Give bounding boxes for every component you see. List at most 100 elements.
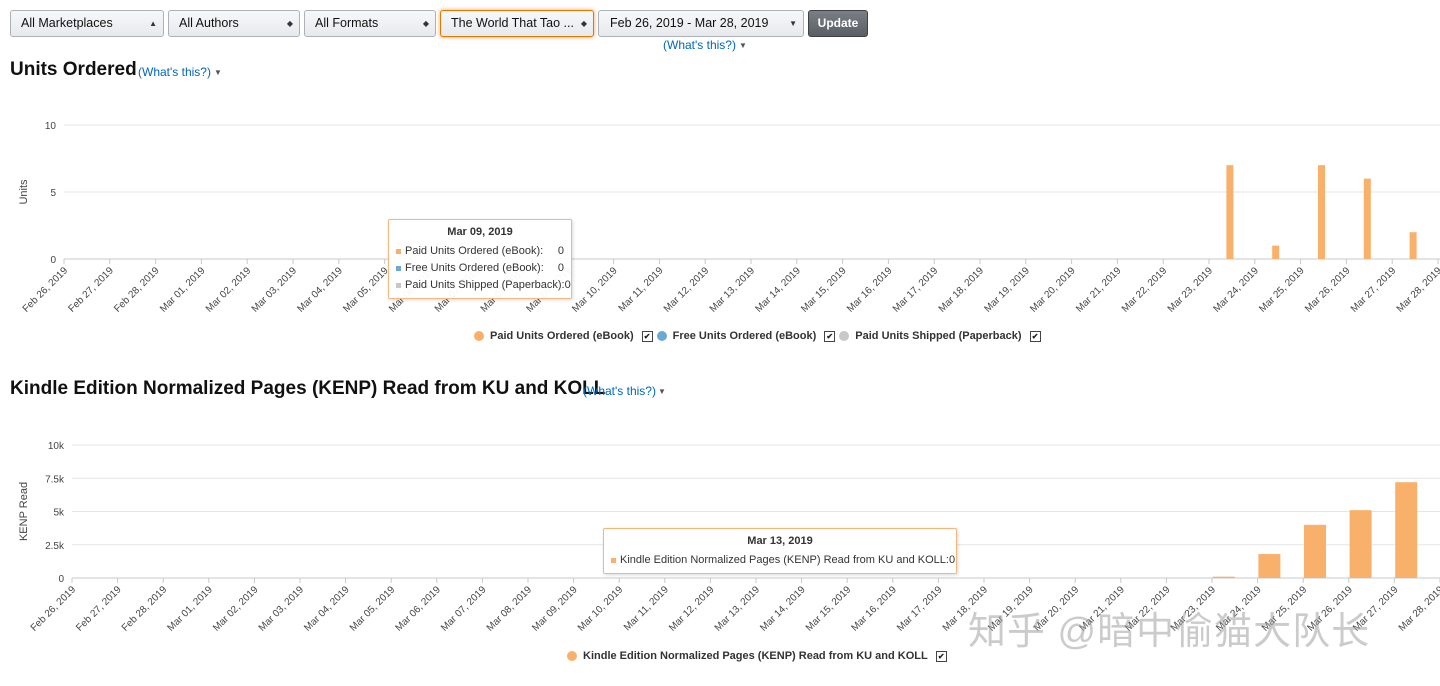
legend-dot-icon xyxy=(567,651,577,661)
x-tick-label: Mar 01, 2019 xyxy=(158,265,208,315)
x-tick-label: Mar 11, 2019 xyxy=(622,584,671,633)
x-tick-label: Feb 28, 2019 xyxy=(120,584,170,634)
y-tick-label: 10k xyxy=(48,441,65,452)
chevron-down-icon[interactable]: ▼ xyxy=(658,387,666,396)
tooltip-row-value: 0 xyxy=(564,279,571,291)
x-tick-label: Mar 03, 2019 xyxy=(257,584,307,634)
y-axis-label: Units xyxy=(18,179,30,205)
tooltip-date: Mar 09, 2019 xyxy=(447,226,513,238)
update-button[interactable]: Update xyxy=(808,10,868,37)
kenp-title: Kindle Edition Normalized Pages (KENP) R… xyxy=(10,378,606,399)
title-select[interactable]: The World That Tao ... ◆ xyxy=(440,10,594,37)
updown-arrows-icon: ◆ xyxy=(422,19,429,28)
bar xyxy=(1395,482,1418,578)
bar xyxy=(1258,554,1281,578)
date-range-value: Feb 26, 2019 - Mar 28, 2019 xyxy=(610,16,769,30)
updown-arrows-icon: ▲ xyxy=(149,19,157,28)
tooltip-row-label: Paid Units Ordered (eBook): xyxy=(405,245,544,257)
updown-arrows-icon: ◆ xyxy=(286,19,293,28)
y-tick-label: 0 xyxy=(50,255,56,266)
format-select[interactable]: All Formats ◆ xyxy=(304,10,436,37)
x-tick-label: Mar 17, 2019 xyxy=(895,584,945,634)
tooltip-row-value: 0 xyxy=(557,262,564,274)
marketplace-select-value: All Marketplaces xyxy=(21,16,113,30)
legend-item-free-units[interactable]: Free Units Ordered (eBook) ✔ xyxy=(656,330,840,342)
checkbox-checked-icon[interactable]: ✔ xyxy=(935,650,947,662)
bar xyxy=(1318,165,1325,259)
checkbox-checked-icon[interactable]: ✔ xyxy=(824,330,836,342)
author-select-value: All Authors xyxy=(179,16,239,30)
x-tick-label: Mar 20, 2019 xyxy=(1028,265,1078,315)
x-tick-label: Mar 23, 2019 xyxy=(1166,265,1216,315)
tooltip-row-value: 0 xyxy=(948,554,956,566)
chevron-down-icon: ▼ xyxy=(789,19,797,28)
x-tick-label: Mar 11, 2019 xyxy=(617,265,666,314)
x-tick-label: Mar 16, 2019 xyxy=(845,265,895,315)
bar xyxy=(1349,510,1372,578)
x-tick-label: Mar 28, 2019 xyxy=(1395,265,1440,315)
units-ordered-title: Units Ordered xyxy=(10,59,137,80)
x-tick-label: Mar 13, 2019 xyxy=(708,265,758,315)
bar xyxy=(1409,232,1417,259)
date-range-select[interactable]: Feb 26, 2019 - Mar 28, 2019 ▼ xyxy=(598,10,804,37)
x-tick-label: Mar 01, 2019 xyxy=(165,584,215,634)
x-tick-label: Feb 26, 2019 xyxy=(29,584,79,634)
x-tick-label: Mar 07, 2019 xyxy=(439,584,489,634)
x-tick-label: Feb 26, 2019 xyxy=(21,265,71,315)
y-axis-label: KENP Read xyxy=(18,482,30,541)
x-tick-label: Mar 12, 2019 xyxy=(662,265,712,315)
date-whats-this-link[interactable]: (What's this?) xyxy=(663,38,736,52)
checkbox-checked-icon[interactable]: ✔ xyxy=(641,330,653,342)
legend-item-paperback[interactable]: Paid Units Shipped (Paperback) ✔ xyxy=(839,330,1044,342)
x-tick-label: Mar 17, 2019 xyxy=(891,265,941,315)
legend-dot-icon xyxy=(839,331,850,341)
bar xyxy=(1304,524,1326,578)
legend-item-paid-units[interactable]: Paid Units Ordered (eBook) ✔ xyxy=(474,330,657,342)
title-select-value: The World That Tao ... xyxy=(451,16,574,30)
units-ordered-chart: 0 5 10 Units Feb 26, 2019Feb 27, 2019Feb 28,… xyxy=(18,121,1440,315)
x-tick-label: Mar 21, 2019 xyxy=(1074,265,1124,315)
chevron-down-icon[interactable]: ▼ xyxy=(214,68,222,77)
units-whats-this-link[interactable]: (What's this?) xyxy=(138,65,211,79)
legend-item-kenp[interactable]: Kindle Edition Normalized Pages (KENP) R… xyxy=(567,650,951,662)
updown-arrows-icon: ◆ xyxy=(580,19,587,28)
x-tick-label: Mar 05, 2019 xyxy=(341,265,391,315)
bar xyxy=(1212,576,1235,578)
x-tick-label: Mar 05, 2019 xyxy=(348,584,398,634)
y-tick-label: 2.5k xyxy=(45,541,65,552)
x-tick-label: Mar 04, 2019 xyxy=(295,265,345,315)
kenp-tooltip: Mar 13, 2019 Kindle Edition Normalized P… xyxy=(603,528,957,574)
x-tick-label: Mar 26, 2019 xyxy=(1303,265,1353,315)
author-select[interactable]: All Authors ◆ xyxy=(168,10,300,37)
x-tick-label: Mar 27, 2019 xyxy=(1349,265,1399,315)
x-tick-label: Mar 28, 2019 xyxy=(1397,584,1440,634)
chevron-down-icon[interactable]: ▼ xyxy=(739,41,747,50)
x-tick-label: Mar 15, 2019 xyxy=(804,584,854,634)
x-tick-label: Mar 12, 2019 xyxy=(667,584,717,634)
x-tick-label: Mar 10, 2019 xyxy=(576,584,626,634)
units-tooltip: Mar 09, 2019 Paid Units Ordered (eBook):… xyxy=(388,219,572,299)
legend-label: Free Units Ordered (eBook) xyxy=(672,330,817,342)
checkbox-checked-icon[interactable]: ✔ xyxy=(1029,330,1041,342)
x-tick-label: Mar 18, 2019 xyxy=(937,265,987,315)
x-tick-label: Mar 14, 2019 xyxy=(758,584,808,634)
x-tick-label: Mar 14, 2019 xyxy=(753,265,803,315)
x-tick-label: Mar 02, 2019 xyxy=(204,265,254,315)
format-select-value: All Formats xyxy=(315,16,379,30)
kenp-whats-this-link[interactable]: (What's this?) xyxy=(583,384,656,398)
legend-label: Kindle Edition Normalized Pages (KENP) R… xyxy=(583,650,928,662)
x-tick-label: Mar 19, 2019 xyxy=(982,265,1032,315)
x-tick-label: Mar 10, 2019 xyxy=(570,265,620,315)
x-tick-label: Feb 27, 2019 xyxy=(74,584,124,634)
tooltip-row-label: Paid Units Shipped (Paperback): xyxy=(405,279,565,291)
x-tick-label: Mar 22, 2019 xyxy=(1120,265,1170,315)
tooltip-row-label: Free Units Ordered (eBook): xyxy=(405,262,544,274)
x-tick-label: Mar 15, 2019 xyxy=(799,265,849,315)
watermark-text: 知乎 @暗中偷猫大队长 xyxy=(968,611,1371,653)
legend-label: Paid Units Ordered (eBook) xyxy=(490,330,634,342)
x-tick-label: Mar 16, 2019 xyxy=(849,584,899,634)
legend-dot-icon xyxy=(656,331,667,341)
marketplace-select[interactable]: All Marketplaces ▲ xyxy=(10,10,164,37)
x-tick-label: Mar 13, 2019 xyxy=(713,584,763,634)
y-tick-label: 0 xyxy=(58,574,64,585)
